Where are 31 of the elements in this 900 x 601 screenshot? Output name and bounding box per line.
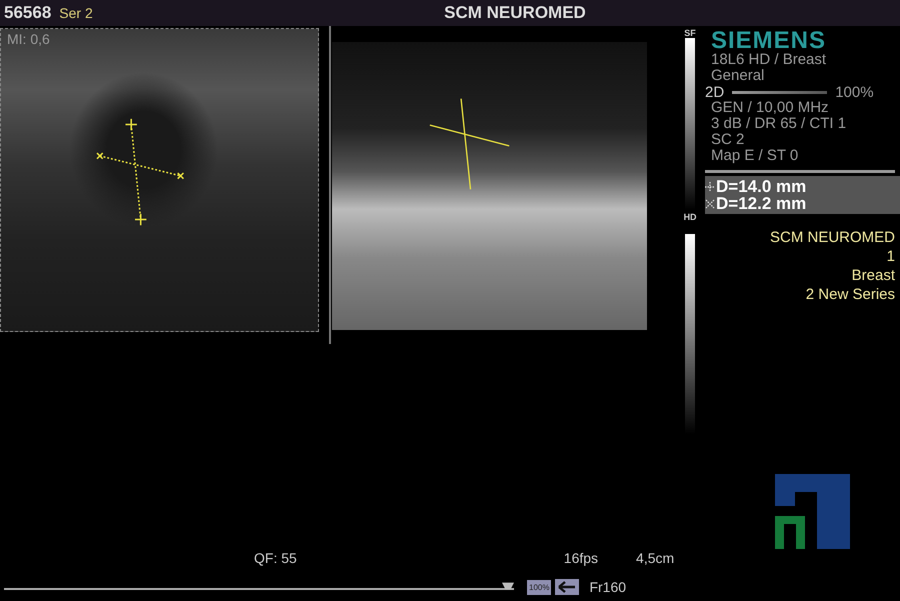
parameter-line: GEN / 10,00 MHz (711, 100, 829, 116)
depth-label: 4,5cm (636, 550, 674, 566)
patient-id: 56568 (4, 3, 52, 23)
zoom-button[interactable]: 100% (527, 580, 552, 594)
brand-logo-text: SIEMENS (711, 30, 826, 52)
mi-label: MI: 0,6 (7, 31, 50, 47)
probe-info: General (711, 68, 764, 84)
scale-label: SF (684, 28, 696, 38)
fps-label: 16fps (564, 550, 598, 566)
frame-counter: Fr160 (589, 579, 626, 595)
mode-label: 2D (705, 84, 724, 100)
parameter-line: Map E / ST 0 (711, 148, 798, 164)
overlay-text: Breast (852, 266, 895, 285)
probe-info: 18L6 HD / Breast (711, 52, 826, 68)
qf-label: QF: 55 (254, 550, 297, 566)
scale-label: HD (684, 212, 697, 222)
parameter-line: SC 2 (711, 132, 744, 148)
measurement-text: D=14.0 mm (716, 176, 806, 196)
parameter-line: 3 dB / DR 65 / CTI 1 (711, 116, 846, 132)
overlay-text: SCM NEUROMED (770, 228, 895, 247)
plus-marker-icon (705, 182, 715, 192)
overlay-text: 1 (886, 247, 895, 266)
x-marker-icon (705, 198, 715, 208)
mode-value: 100% (835, 84, 874, 100)
left-arrow-icon[interactable] (555, 579, 580, 595)
clinic-title: SCM NEUROMED (443, 3, 587, 23)
cine-slider[interactable] (4, 582, 514, 592)
overlay-text: 2 New Series (806, 285, 895, 304)
series-label: Ser 2 (59, 5, 93, 21)
measurement-text: D=12.2 mm (716, 194, 806, 214)
clinic-logo-icon (775, 474, 850, 549)
